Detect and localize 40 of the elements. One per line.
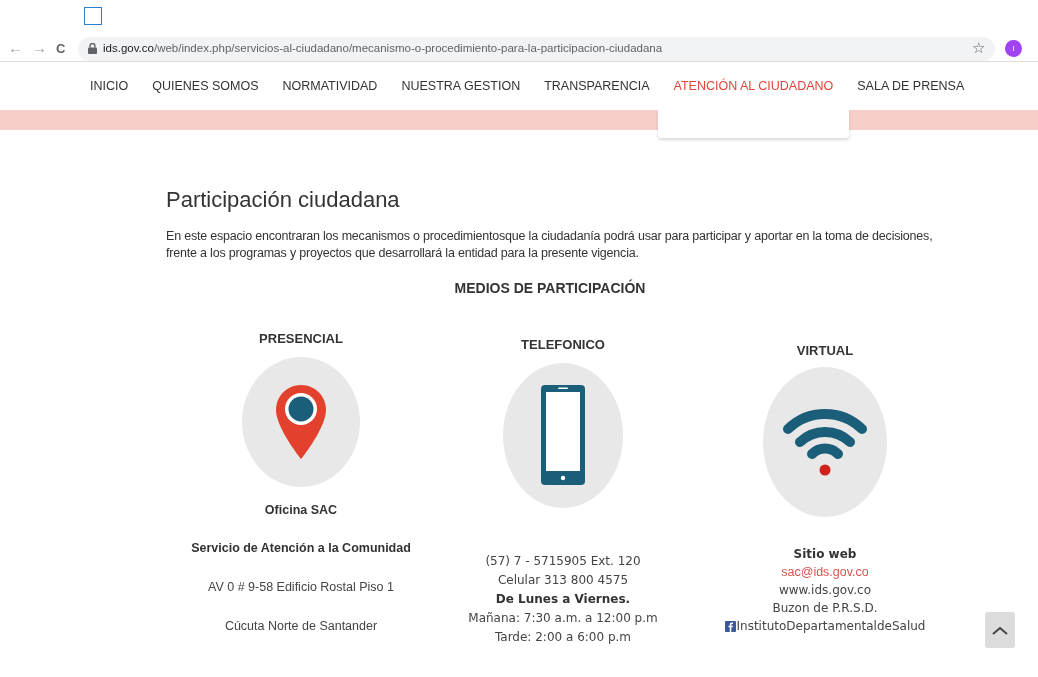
url-text: ids.gov.co/web/index.php/servicios-al-ciudadano/mecanismo-o-procedimiento-para-la-participacion-ciudadana	[103, 40, 663, 56]
info-text: Tarde: 2:00 a 6:00 p.m	[494, 628, 632, 646]
info-text: AV 0 # 9-58 Edificio Rostal Piso 1	[208, 579, 394, 596]
nav-link[interactable]: QUIENES SOMOS	[152, 76, 259, 96]
nav-link[interactable]: SALA DE PRENSA	[857, 76, 965, 96]
info-text: www.ids.gov.co	[778, 582, 871, 600]
section-heading: MEDIOS DE PARTICIPACIÓN	[453, 278, 647, 298]
nav-link[interactable]: ATENCIÓN AL CIUDADANO	[673, 76, 834, 96]
info-heading: Sitio web	[793, 545, 857, 563]
channel-title: PRESENCIAL	[259, 330, 343, 348]
info-text: (57) 7 - 5715905 Ext. 120	[485, 552, 641, 570]
nav-link[interactable]: TRANSPARENCIA	[544, 76, 650, 96]
wifi-icon	[782, 406, 868, 477]
profile-avatar[interactable]: I	[1005, 40, 1022, 57]
nav-link[interactable]: NUESTRA GESTION	[401, 76, 521, 96]
info-text: Mañana: 7:30 a.m. a 12:00 p.m	[468, 609, 658, 627]
reload-button[interactable]: C	[56, 38, 68, 59]
info-heading: Servicio de Atención a la Comunidad	[191, 540, 411, 558]
email-link[interactable]: sac@ids.gov.co	[781, 562, 869, 582]
nav-link[interactable]: NORMATIVIDAD	[282, 76, 378, 96]
info-text: Cúcuta Norte de Santander	[224, 617, 378, 635]
facebook-icon	[724, 620, 736, 632]
info-heading: Oficina SAC	[264, 501, 338, 519]
facebook-link[interactable]: InstitutoDepartamentaldeSalud	[724, 617, 926, 636]
page-title: Participación ciudadana	[166, 186, 401, 214]
nav-link[interactable]: INICIO	[90, 76, 129, 96]
info-text: Celular 313 800 4575	[497, 571, 629, 589]
address-bar[interactable]: ids.gov.co/web/index.php/servicios-al-ciudadano/mecanismo-o-procedimiento-para-la-participacion-ciudadana ☆	[78, 36, 995, 61]
info-text: Buzon de P.R.S.D.	[772, 600, 878, 618]
intro-paragraph: En este espacio encontraran los mecanismos o procedimientosque la ciudadanía podrá usar para participar y aportar en la toma de decisiones, frente a los programas y proyectos que desarrollará la entidad para la presente vigencia.	[166, 228, 934, 262]
map-pin-icon	[275, 383, 327, 460]
square-icon	[84, 7, 102, 25]
info-heading: De Lunes a Viernes.	[495, 590, 631, 608]
channel-title: VIRTUAL	[796, 342, 854, 360]
chevron-up-icon	[992, 625, 1008, 635]
bookmark-star-button[interactable]: ☆	[972, 37, 985, 60]
scroll-to-top-button[interactable]	[985, 612, 1015, 648]
lock-icon	[88, 43, 97, 54]
channel-title: TELEFONICO	[521, 336, 605, 354]
smartphone-icon	[541, 385, 585, 485]
